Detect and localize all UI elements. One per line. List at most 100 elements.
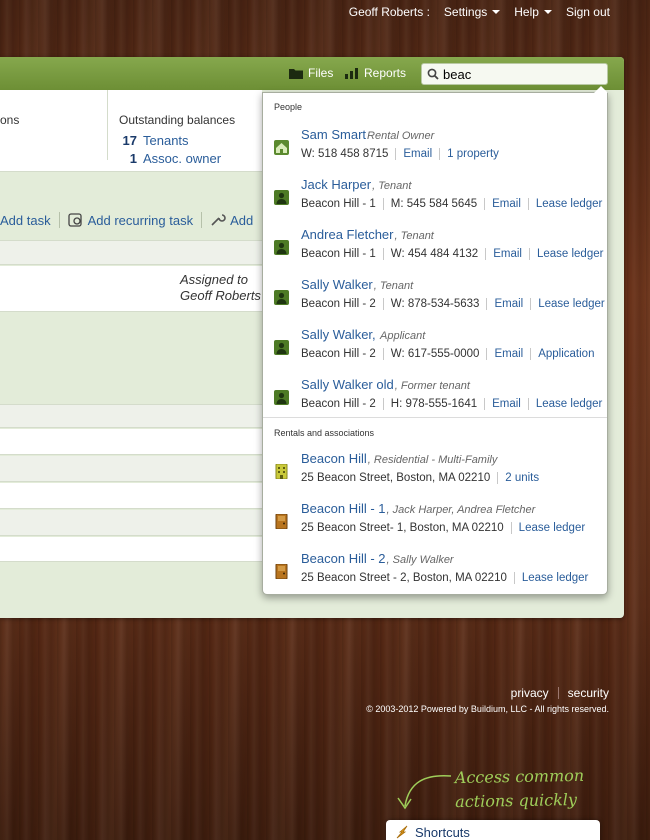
search-result-person[interactable]: Sally Walker old, Former tenant Beacon H… (263, 375, 607, 423)
result-unit: Beacon Hill - 1 (301, 198, 376, 210)
search-result-person[interactable]: Sally Walker, Tenant Beacon Hill - 2 W: … (263, 275, 607, 323)
settings-menu[interactable]: Settings (444, 5, 501, 19)
folder-icon (289, 68, 303, 79)
search-box[interactable] (421, 63, 608, 85)
chevron-down-icon (543, 10, 552, 14)
search-icon (427, 68, 439, 80)
separator (530, 298, 532, 310)
sign-out-link[interactable]: Sign out (566, 5, 610, 19)
email-link[interactable]: Email (492, 398, 521, 410)
person-icon (274, 340, 289, 355)
email-link[interactable]: Email (403, 148, 432, 160)
table-row[interactable] (0, 537, 262, 562)
files-link[interactable]: Files (289, 66, 333, 80)
add-task-button[interactable]: Add task (0, 213, 51, 228)
email-link[interactable]: Email (494, 348, 523, 360)
table-header (0, 404, 262, 428)
help-menu[interactable]: Help (514, 5, 552, 19)
hint-arrow-icon (397, 774, 452, 810)
properties-link[interactable]: 1 property (447, 148, 499, 160)
email-link[interactable]: Email (493, 248, 522, 260)
result-name[interactable]: Beacon Hill - 1 (301, 501, 386, 516)
hint-line-1: Access common (454, 765, 585, 788)
lease-ledger-link[interactable]: Lease ledger (537, 248, 604, 260)
table-row[interactable] (0, 510, 262, 536)
search-result-person[interactable]: Jack Harper, Tenant Beacon Hill - 1 M: 5… (263, 175, 607, 223)
separator (439, 148, 441, 160)
assigned-to-label: Assigned to (180, 272, 248, 287)
result-name[interactable]: Beacon Hill - 2 (301, 551, 386, 566)
security-link[interactable]: security (568, 686, 609, 700)
result-role-text: Tenant (378, 180, 412, 192)
search-result-person[interactable]: Sally Walker, Applicant Beacon Hill - 2 … (263, 325, 607, 373)
lease-ledger-link[interactable]: Lease ledger (522, 572, 589, 584)
units-link[interactable]: 2 units (505, 472, 539, 484)
separator (486, 298, 488, 310)
add-other-label: Add (230, 212, 254, 228)
result-name[interactable]: Sally Walker old (301, 377, 394, 392)
separator (528, 248, 530, 260)
result-role: Applicant (380, 330, 426, 342)
add-other-button[interactable]: Add (210, 213, 253, 228)
hint-line-2: actions quickly (455, 790, 578, 812)
result-role: , Residential - Multi-Family (367, 454, 498, 466)
section-divider (263, 417, 607, 418)
table-row[interactable] (0, 429, 262, 455)
email-link[interactable]: Email (492, 198, 521, 210)
rentals-section-title: Rentals and associations (274, 428, 375, 438)
outstanding-balances-label: Outstanding balances (119, 113, 236, 127)
summary-col-left: ons (0, 90, 108, 160)
result-name[interactable]: Jack Harper (301, 177, 371, 192)
door-icon (275, 514, 288, 529)
separator (527, 398, 529, 410)
bar-chart-icon (345, 67, 358, 79)
result-role: , Former tenant (394, 380, 470, 392)
result-phone: M: 545 584 5645 (390, 198, 478, 210)
assigned-to-name: Geoff Roberts (180, 288, 261, 303)
person-icon (274, 190, 289, 205)
search-result-rental[interactable]: Beacon Hill - 1, Jack Harper, Andrea Fle… (263, 499, 607, 547)
balance-label: Assoc. owner (143, 151, 222, 166)
search-result-rental[interactable]: Beacon Hill, Residential - Multi-Family … (263, 449, 607, 497)
result-phone: W: 617-555-0000 (390, 348, 480, 360)
door-icon (275, 564, 288, 579)
lease-ledger-link[interactable]: Lease ledger (519, 522, 586, 534)
person-icon (274, 290, 289, 305)
result-name[interactable]: Sally Walker (301, 277, 373, 292)
lease-ledger-link[interactable]: Lease ledger (536, 198, 603, 210)
toolbar-divider (58, 212, 60, 228)
result-name[interactable]: Beacon Hill (301, 451, 367, 466)
result-name[interactable]: Sally Walker, (301, 327, 376, 342)
result-phone: W: 454 484 4132 (390, 248, 479, 260)
application-link[interactable]: Application (538, 348, 594, 360)
separator (382, 348, 384, 360)
result-role-text: Tenant (400, 230, 434, 242)
lease-ledger-link[interactable]: Lease ledger (538, 298, 605, 310)
lease-ledger-link[interactable]: Lease ledger (536, 398, 603, 410)
separator (513, 572, 515, 584)
add-recurring-task-button[interactable]: Add recurring task (67, 213, 193, 228)
table-row[interactable] (0, 483, 262, 509)
search-input[interactable] (443, 66, 603, 82)
table-row[interactable] (0, 456, 262, 482)
reports-label: Reports (364, 66, 407, 80)
separator (510, 522, 512, 534)
search-result-person[interactable]: Sam SmartRental Owner W: 518 458 8715 Em… (263, 125, 607, 173)
email-link[interactable]: Email (494, 298, 523, 310)
balance-count: 17 (122, 133, 137, 148)
result-role-text: Residential - Multi-Family (373, 454, 498, 466)
shortcuts-hint: Access common actions quickly (455, 764, 585, 814)
shortcuts-button[interactable]: Shortcuts (386, 820, 600, 840)
result-address: 25 Beacon Street- 1, Boston, MA 02210 (301, 522, 504, 534)
balance-row-owners[interactable]: 1 Assoc. owner (119, 151, 221, 166)
search-result-person[interactable]: Andrea Fletcher, Tenant Beacon Hill - 1 … (263, 225, 607, 273)
separator (497, 472, 499, 484)
balance-row-tenants[interactable]: 17 Tenants (119, 133, 189, 148)
result-role: , Tenant (372, 180, 412, 192)
reports-link[interactable]: Reports (345, 66, 406, 80)
search-result-rental[interactable]: Beacon Hill - 2, Sally Walker 25 Beacon … (263, 549, 607, 597)
summary-box: ons Outstanding balances 17 Tenants 1 Asso… (0, 90, 262, 172)
privacy-link[interactable]: privacy (511, 686, 549, 700)
result-name[interactable]: Sam Smart (301, 127, 366, 142)
result-name[interactable]: Andrea Fletcher (301, 227, 394, 242)
